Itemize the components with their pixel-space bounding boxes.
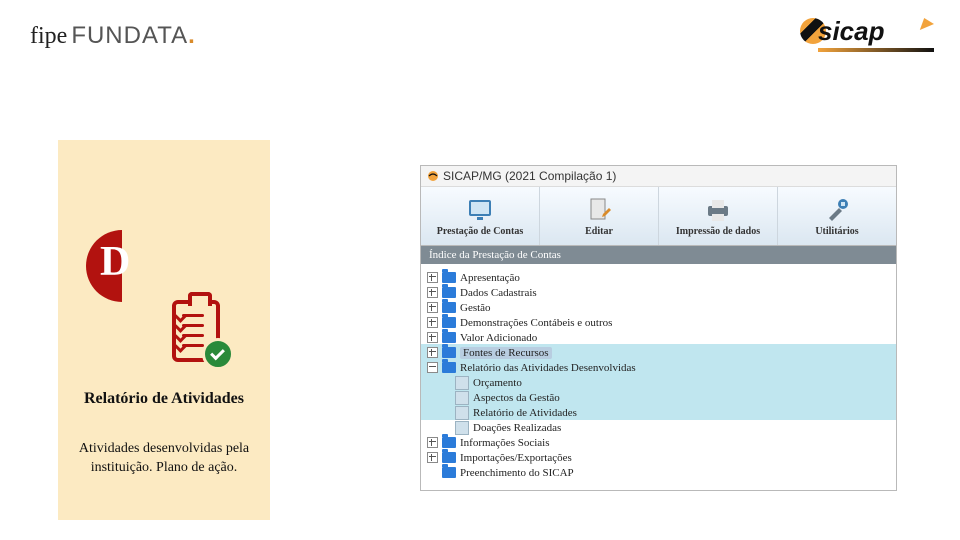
tree-item[interactable]: Dados Cadastrais [427,285,890,300]
window-title: SICAP/MG (2021 Compilação 1) [443,169,616,183]
document-icon [455,406,469,420]
tree-child[interactable]: Aspectos da Gestão [427,390,890,405]
toolbar-editar[interactable]: Editar [540,187,659,245]
toolbar-impressao[interactable]: Impressão de dados [659,187,778,245]
tree-item[interactable]: Gestão [427,300,890,315]
expand-icon[interactable] [427,272,438,283]
collapse-icon[interactable] [427,362,438,373]
expand-icon[interactable] [427,287,438,298]
expand-icon[interactable] [427,302,438,313]
tree-item[interactable]: Apresentação [427,270,890,285]
brand-part1: fipe [30,23,67,49]
letter-d: D [100,238,130,286]
sicap-underline [818,48,934,52]
tree-item[interactable]: Informações Sociais [427,435,890,450]
app-icon [427,170,439,182]
card-body: Atividades desenvolvidas pela instituiçã… [78,440,250,478]
brand-dot: . [188,22,195,49]
toolbar-prestacao[interactable]: Prestação de Contas [421,187,540,245]
expand-icon[interactable] [427,317,438,328]
window-title-bar: SICAP/MG (2021 Compilação 1) [421,166,896,187]
document-icon [455,376,469,390]
tools-icon [823,196,851,224]
edit-doc-icon [585,196,613,224]
card-title: Relatório de Atividades [58,390,270,408]
folder-icon [442,362,456,373]
folder-icon [442,347,456,358]
check-circle-icon [202,338,234,370]
tree-item[interactable]: Valor Adicionado [427,330,890,345]
index-header: Índice da Prestação de Contas [421,246,896,264]
sicap-arrow-icon [920,18,936,30]
folder-icon [442,332,456,343]
screen-icon [466,196,494,224]
expand-icon[interactable] [427,332,438,343]
sicap-logo: sicap [800,12,930,52]
folder-icon [442,302,456,313]
brand-sicap: sicap [800,12,930,52]
tree-item-selected[interactable]: Fontes de Recursos [427,345,890,360]
tree-item[interactable]: Preenchimento do SICAP [427,465,890,480]
brand-fipe-fundata: fipeFUNDATA. [30,22,195,50]
document-icon [455,421,469,435]
expand-icon[interactable] [427,347,438,358]
letter-badge: D [86,230,158,302]
folder-icon [442,317,456,328]
folder-icon [442,272,456,283]
sicap-logo-text: sicap [818,16,885,47]
slide-header: fipeFUNDATA. sicap [0,0,960,70]
folder-icon [442,467,456,478]
brand-part2: FUNDATA [71,22,188,49]
expand-icon[interactable] [427,452,438,463]
expand-icon[interactable] [427,437,438,448]
folder-icon [442,452,456,463]
folder-icon [442,437,456,448]
tree-item[interactable]: Demonstrações Contábeis e outros [427,315,890,330]
section-card-d: D Relatório de Atividades Atividades des… [58,140,270,520]
tree-child[interactable]: Relatório de Atividades [427,405,890,420]
tree-view: Apresentação Dados Cadastrais Gestão Dem… [421,264,896,490]
toolbar: Prestação de Contas Editar Impressão de … [421,187,896,246]
tree-child[interactable]: Orçamento [427,375,890,390]
folder-icon [442,287,456,298]
tree-item[interactable]: Importações/Exportações [427,450,890,465]
printer-icon [704,196,732,224]
tree-item[interactable]: Relatório das Atividades Desenvolvidas [427,360,890,375]
tree-child[interactable]: Doações Realizadas [427,420,890,435]
sicap-app-window: SICAP/MG (2021 Compilação 1) Prestação d… [420,165,897,491]
toolbar-utilitarios[interactable]: Utilitários [778,187,896,245]
document-icon [455,391,469,405]
clipboard-check-icon [166,292,226,362]
